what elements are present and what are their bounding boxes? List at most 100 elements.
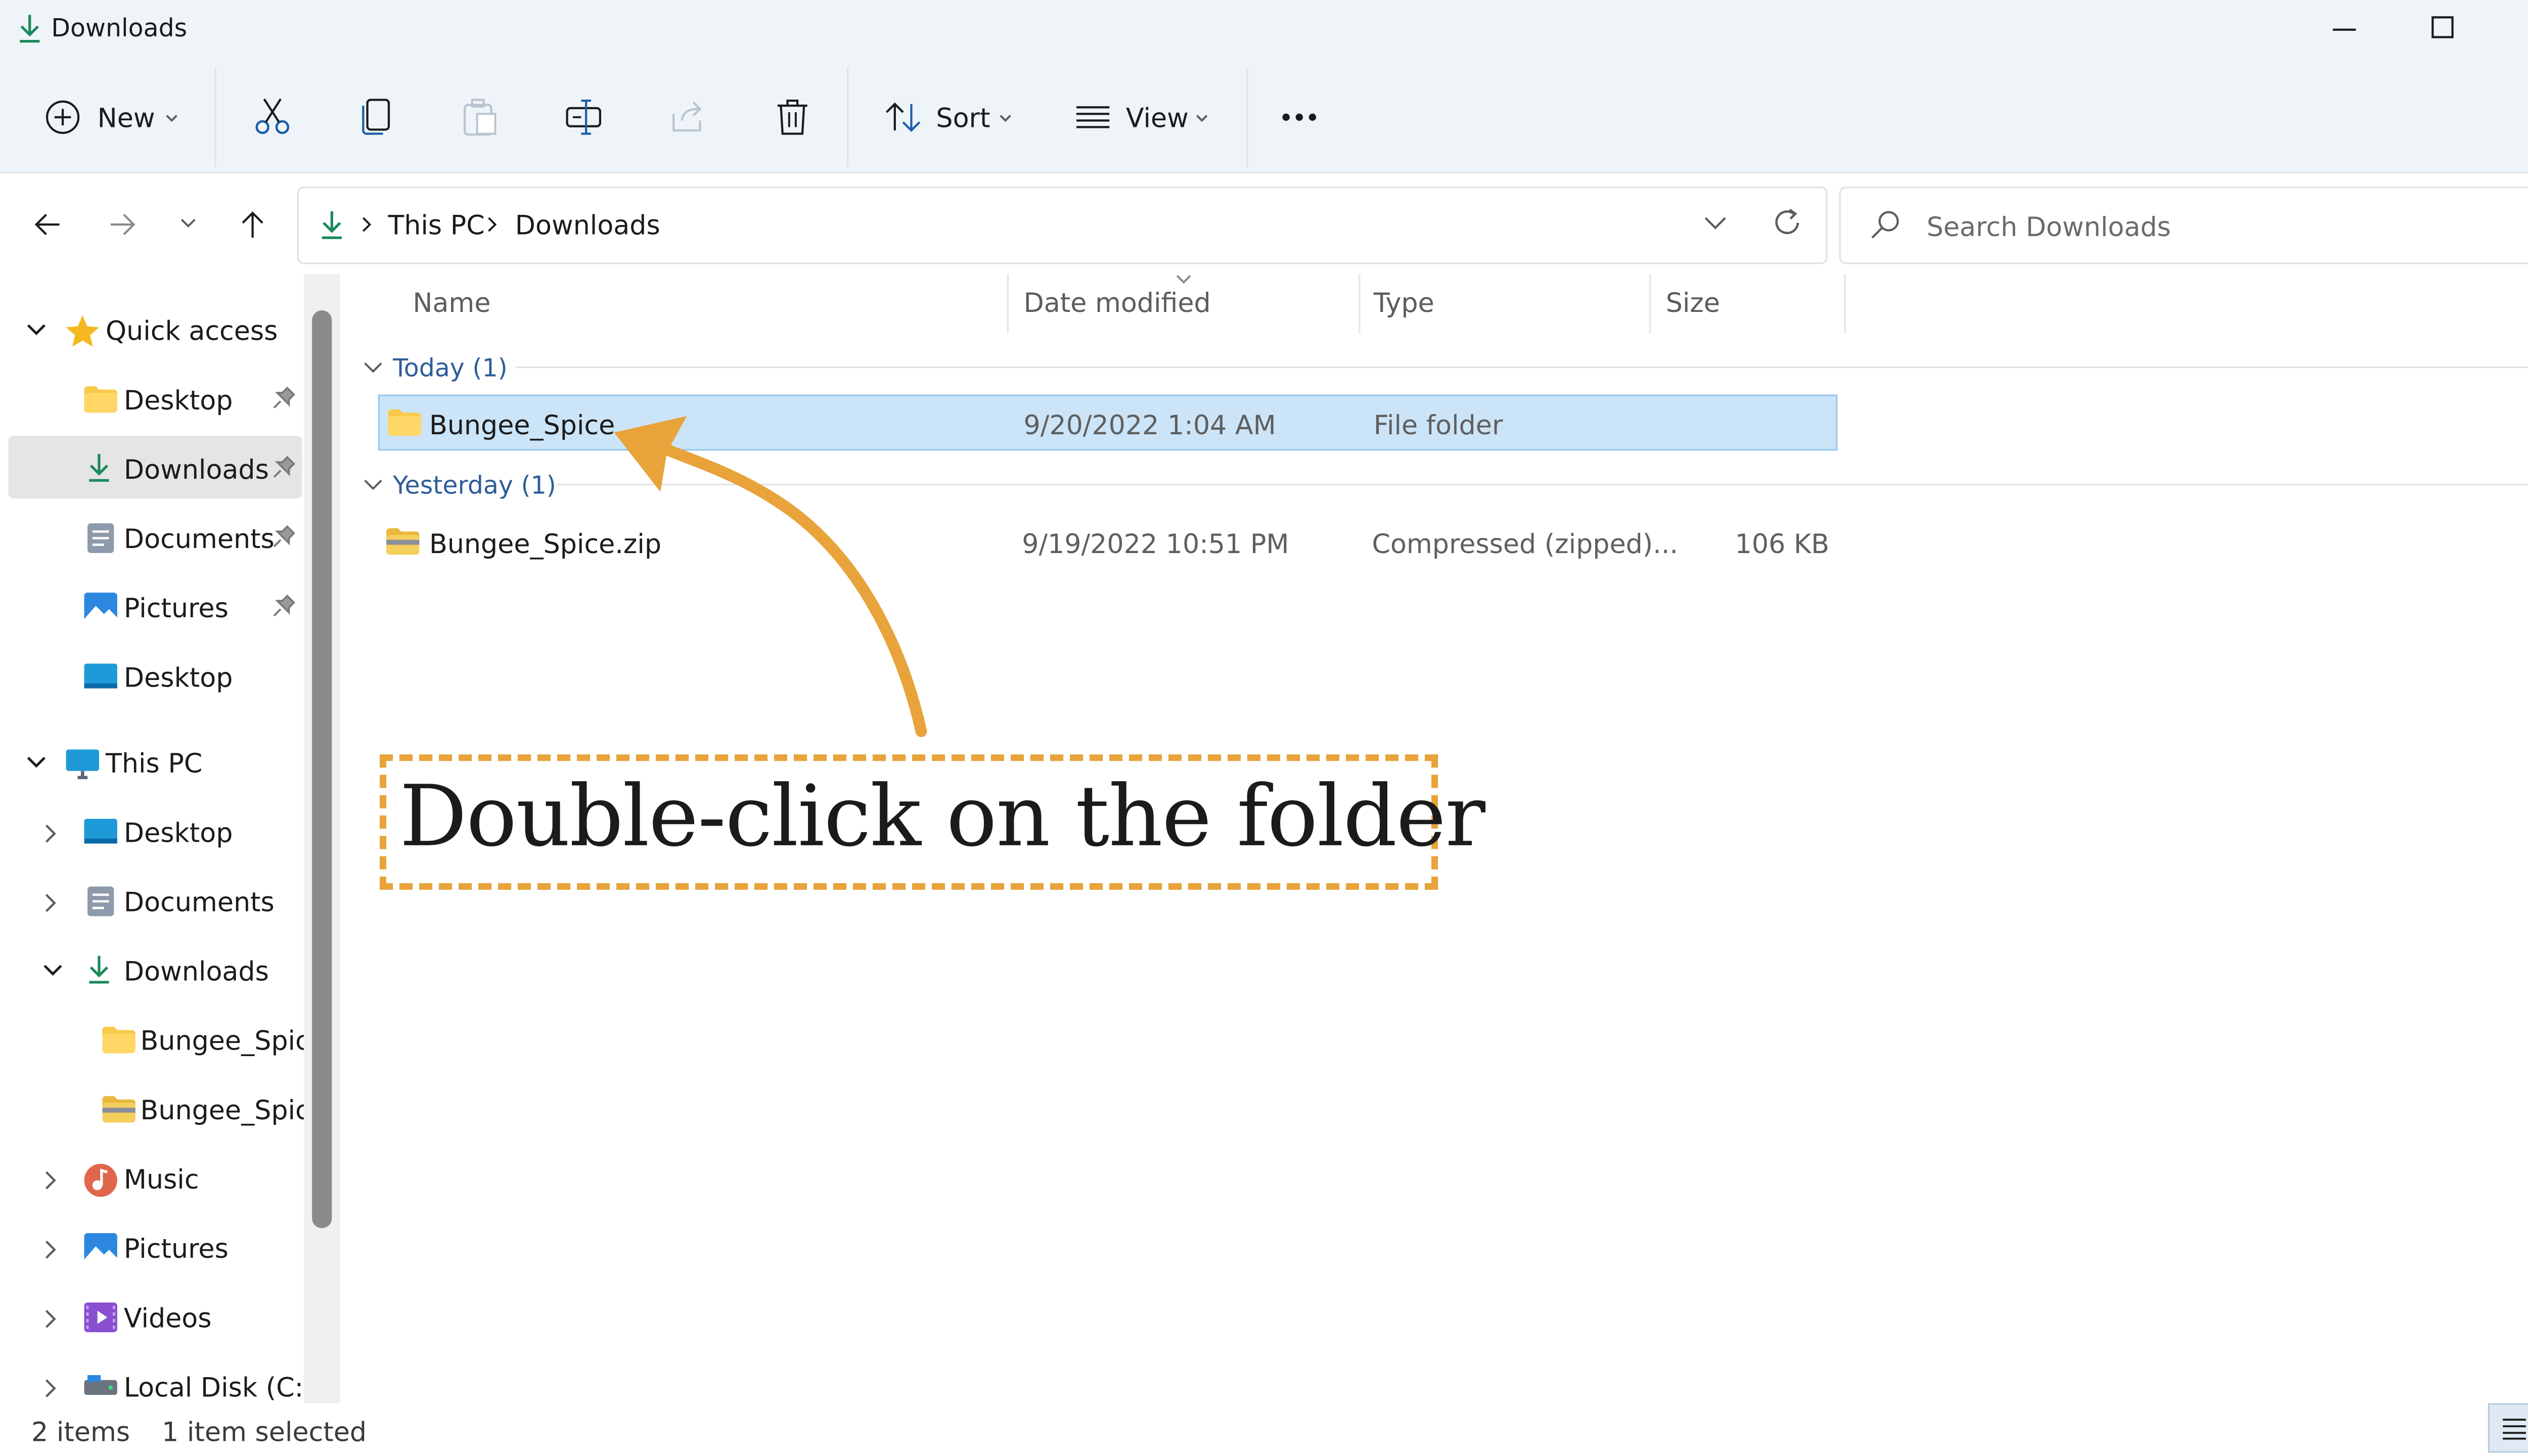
- group-label: Yesterday (1): [393, 470, 556, 500]
- group-header-today[interactable]: Today (1): [358, 350, 524, 386]
- view-label: View: [1125, 102, 1189, 134]
- expand-chevron-icon[interactable]: [43, 964, 63, 977]
- address-history-chevron-icon[interactable]: [1704, 216, 1727, 230]
- download-arrow-icon: [89, 956, 109, 984]
- column-divider[interactable]: [1844, 274, 1846, 334]
- sidebar-item-label: Bungee_Spice: [140, 1025, 326, 1057]
- collapse-chevron-icon[interactable]: [44, 1309, 58, 1329]
- this-pc-label: This PC: [105, 748, 203, 780]
- cut-icon[interactable]: [254, 98, 291, 137]
- collapse-chevron-icon[interactable]: [44, 1379, 58, 1398]
- more-options-icon[interactable]: [1281, 112, 1321, 122]
- sidebar-item-pc-pictures[interactable]: Pictures: [17, 1225, 301, 1275]
- sidebar-item-pictures-pinned[interactable]: Pictures: [17, 584, 301, 634]
- pin-icon[interactable]: [273, 386, 296, 410]
- sidebar-item-label: Local Disk (C:): [123, 1372, 314, 1403]
- sidebar-item-documents-pinned[interactable]: Documents: [17, 515, 301, 565]
- up-arrow-icon[interactable]: [239, 210, 265, 240]
- copy-icon[interactable]: [360, 98, 393, 137]
- new-label: New: [97, 102, 155, 134]
- collapse-chevron-icon[interactable]: [44, 824, 58, 843]
- sidebar-item-downloads-pinned[interactable]: Downloads: [17, 446, 301, 495]
- column-divider[interactable]: [1359, 274, 1361, 334]
- column-header-size[interactable]: Size: [1666, 287, 1720, 318]
- sort-label: Sort: [936, 102, 990, 134]
- sidebar-item-videos[interactable]: Videos: [17, 1294, 301, 1344]
- breadcrumb-chevron-icon[interactable]: [487, 216, 497, 233]
- sidebar-item-label: Documents: [123, 523, 275, 555]
- column-divider[interactable]: [1649, 274, 1651, 334]
- toolbar-divider: [847, 67, 849, 167]
- window-title: Downloads: [51, 13, 188, 43]
- sidebar-item-label: Pictures: [123, 593, 229, 624]
- breadcrumb-this-pc[interactable]: This PC: [388, 210, 484, 241]
- sidebar-item-local-disk[interactable]: Local Disk (C:): [17, 1363, 314, 1413]
- sidebar-item-label: Bungee_Spice: [140, 1094, 326, 1126]
- status-selection-count: 1 item selected: [161, 1416, 367, 1448]
- group-collapse-chevron-icon: [364, 479, 382, 490]
- sidebar-item-bungee-spice-zip[interactable]: Bungee_Spice: [17, 1086, 326, 1136]
- sidebar-item-desktop[interactable]: Desktop: [17, 654, 301, 703]
- sidebar-item-pc-desktop[interactable]: Desktop: [17, 809, 301, 858]
- share-icon[interactable]: [670, 101, 707, 133]
- details-view-button[interactable]: [2488, 1403, 2528, 1453]
- column-header-date-modified[interactable]: Date modified: [1023, 287, 1210, 318]
- sidebar-item-label: Documents: [123, 886, 275, 918]
- expand-chevron-icon[interactable]: [26, 324, 46, 337]
- annotation-text: Double-click on the folder: [399, 769, 1485, 867]
- download-arrow-icon: [20, 15, 40, 43]
- view-button[interactable]: View: [1070, 93, 1222, 142]
- back-arrow-icon[interactable]: [34, 211, 61, 238]
- sidebar-item-desktop-pinned[interactable]: Desktop: [17, 376, 301, 426]
- sidebar-item-quick-access[interactable]: Quick access: [17, 307, 297, 356]
- pin-icon[interactable]: [273, 525, 296, 548]
- file-date-modified: 9/19/2022 10:51 PM: [1022, 528, 1289, 560]
- file-name: Bungee_Spice: [429, 409, 615, 441]
- sidebar-item-pc-documents[interactable]: Documents: [17, 878, 301, 928]
- address-bar[interactable]: This PC Downloads: [297, 186, 1828, 264]
- sort-button[interactable]: Sort: [882, 93, 1020, 142]
- folder-yellow-icon: [388, 409, 421, 436]
- collapse-chevron-icon[interactable]: [44, 1170, 58, 1190]
- music-icon: [84, 1164, 117, 1197]
- status-item-count: 2 items: [31, 1416, 130, 1448]
- toolbar-divider: [1246, 67, 1248, 167]
- quick-access-label: Quick access: [105, 315, 278, 347]
- documents-icon: [87, 523, 114, 553]
- zip-folder-icon: [386, 528, 420, 555]
- recent-locations-chevron-icon[interactable]: [180, 218, 197, 228]
- pin-icon[interactable]: [273, 456, 296, 479]
- chevron-down-icon: [166, 115, 177, 122]
- new-button[interactable]: New: [39, 93, 185, 142]
- sort-arrows-icon: [885, 102, 921, 132]
- collapse-chevron-icon[interactable]: [44, 1240, 58, 1259]
- file-explorer-window: Downloads New Sort View This PC Download…: [0, 0, 2528, 1456]
- sidebar-item-pc-downloads[interactable]: Downloads: [17, 947, 301, 997]
- details-view-icon: [2503, 1419, 2526, 1440]
- pin-icon[interactable]: [273, 595, 296, 618]
- sidebar-scrollbar-thumb[interactable]: [312, 310, 332, 1228]
- sidebar-item-label: Downloads: [123, 453, 269, 485]
- sidebar-item-music[interactable]: Music: [17, 1156, 301, 1205]
- rename-icon[interactable]: [565, 99, 604, 135]
- breadcrumb-downloads[interactable]: Downloads: [515, 210, 660, 241]
- expand-chevron-icon[interactable]: [26, 756, 46, 769]
- group-header-yesterday[interactable]: Yesterday (1): [358, 467, 557, 504]
- refresh-icon[interactable]: [1773, 208, 1803, 238]
- sidebar-item-this-pc[interactable]: This PC: [17, 740, 301, 789]
- maximize-icon[interactable]: [2430, 15, 2457, 41]
- minimize-icon[interactable]: [2331, 17, 2358, 43]
- pictures-icon: [84, 593, 117, 623]
- column-divider[interactable]: [1007, 274, 1009, 334]
- collapse-chevron-icon[interactable]: [44, 893, 58, 913]
- column-header-type[interactable]: Type: [1374, 287, 1434, 318]
- delete-icon[interactable]: [776, 98, 809, 137]
- desktop-blue-icon: [84, 663, 117, 689]
- paste-icon[interactable]: [462, 98, 499, 137]
- sidebar-item-bungee-spice-folder[interactable]: Bungee_Spice: [17, 1017, 326, 1066]
- forward-arrow-icon[interactable]: [109, 211, 136, 238]
- group-label: Today (1): [393, 353, 508, 383]
- column-header-name[interactable]: Name: [413, 287, 490, 318]
- breadcrumb-chevron-icon[interactable]: [362, 216, 372, 233]
- search-box[interactable]: Search Downloads: [1839, 186, 2528, 264]
